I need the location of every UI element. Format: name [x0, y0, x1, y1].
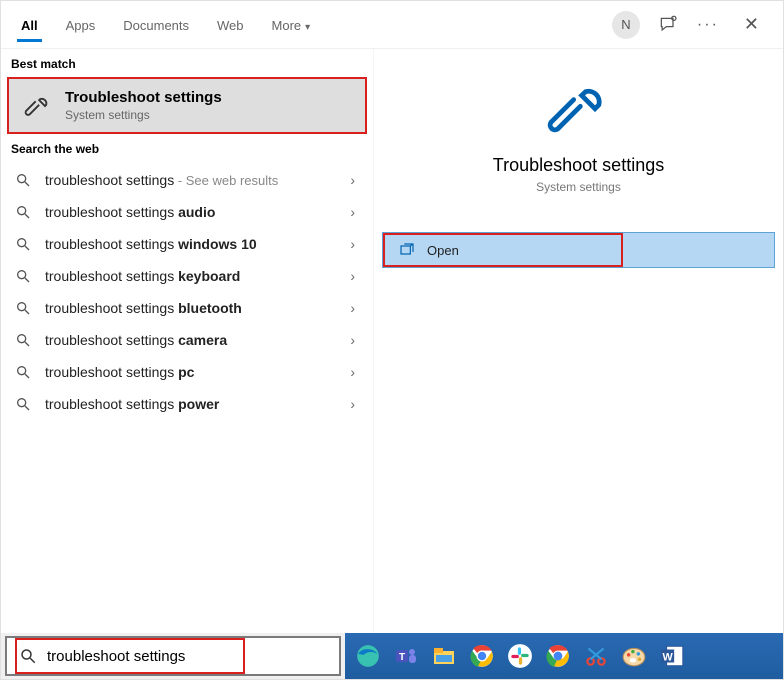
detail-pane: Troubleshoot settings System settings Op…	[373, 49, 783, 633]
header-actions: N ··· ✕	[612, 11, 775, 39]
detail-subtitle: System settings	[386, 180, 771, 194]
search-icon	[15, 396, 31, 412]
web-result-item[interactable]: troubleshoot settings camera ›	[1, 324, 373, 356]
search-box[interactable]	[5, 636, 341, 676]
web-result-item[interactable]: troubleshoot settings - See web results …	[1, 164, 373, 196]
tab-web[interactable]: Web	[205, 8, 256, 41]
chevron-right-icon[interactable]: ›	[344, 204, 361, 220]
web-result-item[interactable]: troubleshoot settings pc ›	[1, 356, 373, 388]
search-icon	[15, 204, 31, 220]
best-match-result[interactable]: Troubleshoot settings System settings	[7, 77, 367, 134]
best-match-subtitle: System settings	[65, 108, 222, 122]
web-result-label: troubleshoot settings audio	[45, 204, 330, 220]
open-action[interactable]: Open	[382, 232, 775, 268]
search-input[interactable]	[47, 648, 246, 665]
header: All Apps Documents Web More▾ N ··· ✕	[1, 1, 783, 49]
web-result-item[interactable]: troubleshoot settings audio ›	[1, 196, 373, 228]
web-result-label: troubleshoot settings keyboard	[45, 268, 330, 284]
search-icon	[15, 268, 31, 284]
search-icon	[15, 300, 31, 316]
taskbar-paint-icon[interactable]	[617, 639, 651, 673]
web-result-item[interactable]: troubleshoot settings windows 10 ›	[1, 228, 373, 260]
web-result-label: troubleshoot settings power	[45, 396, 330, 412]
search-icon	[19, 647, 37, 665]
detail-title: Troubleshoot settings	[386, 155, 771, 176]
taskbar-explorer-icon[interactable]	[427, 639, 461, 673]
chevron-down-icon: ▾	[305, 22, 310, 33]
svg-text:W: W	[663, 651, 674, 663]
taskbar-snip-icon[interactable]	[579, 639, 613, 673]
results-pane: Best match Troubleshoot settings System …	[1, 49, 373, 633]
web-result-item[interactable]: troubleshoot settings power ›	[1, 388, 373, 420]
bottom-bar: T W	[1, 633, 783, 679]
tab-more[interactable]: More▾	[260, 8, 323, 41]
chevron-right-icon[interactable]: ›	[344, 236, 361, 252]
web-result-item[interactable]: troubleshoot settings keyboard ›	[1, 260, 373, 292]
best-match-label: Best match	[1, 49, 373, 77]
web-result-label: troubleshoot settings - See web results	[45, 172, 330, 188]
chevron-right-icon[interactable]: ›	[344, 396, 361, 412]
feedback-icon[interactable]	[656, 13, 680, 37]
taskbar-chrome-icon[interactable]	[465, 639, 499, 673]
taskbar-chrome-alt-icon[interactable]	[541, 639, 575, 673]
tab-apps[interactable]: Apps	[54, 8, 108, 41]
tab-all[interactable]: All	[9, 8, 50, 41]
wrench-icon	[23, 91, 53, 121]
web-result-label: troubleshoot settings camera	[45, 332, 330, 348]
tab-documents[interactable]: Documents	[111, 8, 201, 41]
search-icon	[15, 172, 31, 188]
taskbar-edge-icon[interactable]	[351, 639, 385, 673]
web-results-list: troubleshoot settings - See web results …	[1, 162, 373, 422]
web-result-item[interactable]: troubleshoot settings bluetooth ›	[1, 292, 373, 324]
web-result-label: troubleshoot settings bluetooth	[45, 300, 330, 316]
chevron-right-icon[interactable]: ›	[344, 300, 361, 316]
taskbar-teams-icon[interactable]: T	[389, 639, 423, 673]
chevron-right-icon[interactable]: ›	[344, 172, 361, 188]
best-match-title: Troubleshoot settings	[65, 89, 222, 106]
chevron-right-icon[interactable]: ›	[344, 332, 361, 348]
wrench-icon	[547, 77, 611, 141]
more-options-icon[interactable]: ···	[696, 13, 720, 37]
taskbar-word-icon[interactable]: W	[655, 639, 689, 673]
search-icon	[15, 332, 31, 348]
filter-tabs: All Apps Documents Web More▾	[9, 8, 612, 41]
web-result-label: troubleshoot settings pc	[45, 364, 330, 380]
search-icon	[15, 236, 31, 252]
taskbar-slack-icon[interactable]	[503, 639, 537, 673]
web-section-label: Search the web	[1, 134, 373, 162]
chevron-right-icon[interactable]: ›	[344, 268, 361, 284]
user-avatar[interactable]: N	[612, 11, 640, 39]
close-button[interactable]: ✕	[736, 14, 767, 35]
svg-text:T: T	[399, 652, 405, 663]
open-icon	[399, 242, 415, 258]
open-label: Open	[427, 243, 459, 258]
web-result-label: troubleshoot settings windows 10	[45, 236, 330, 252]
chevron-right-icon[interactable]: ›	[344, 364, 361, 380]
search-icon	[15, 364, 31, 380]
taskbar: T W	[345, 633, 783, 679]
